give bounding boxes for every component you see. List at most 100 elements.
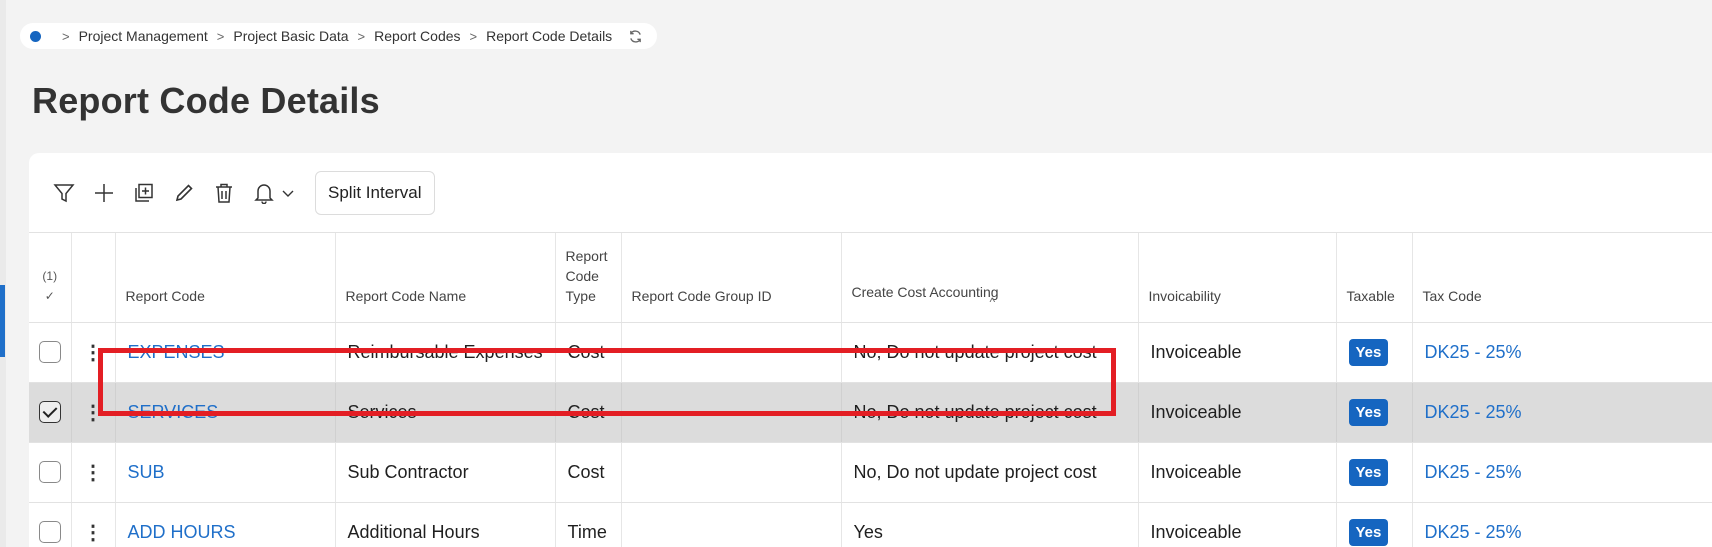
add-icon[interactable] [93,177,115,209]
chevron-down-icon[interactable] [281,177,295,209]
tax-code-cell: DK25 - 25% [1412,322,1712,383]
report-code-type-cell: Cost [555,322,622,383]
report-code-group-cell [621,502,842,547]
report-code-cell: ADD HOURS [115,502,336,547]
check-icon: ✓ [44,288,55,303]
report-code-link[interactable]: SUB [128,462,165,482]
page-title: Report Code Details [32,80,380,121]
column-header-tax-code[interactable]: Tax Code [1412,233,1712,323]
table-row[interactable]: ⋮ ADD HOURS Additional Hours Time Yes In… [29,502,1712,547]
row-select-cell[interactable] [29,382,72,443]
filter-icon[interactable] [53,177,75,209]
breadcrumb: > Project Management > Project Basic Dat… [20,23,658,49]
report-code-group-cell [621,322,842,383]
report-code-cell: SUB [115,442,336,503]
invoicability-cell: Invoiceable [1138,322,1337,383]
tax-code-link[interactable]: DK25 - 25% [1425,522,1522,542]
report-code-name-cell: Services [335,382,556,443]
table-row[interactable]: ⋮ SUB Sub Contractor Cost No, Do not upd… [29,442,1712,503]
table-row[interactable]: ⋮ EXPENSES Reimbursable Expenses Cost No… [29,322,1712,383]
row-actions-icon[interactable]: ⋮ [71,382,116,443]
tax-code-link[interactable]: DK25 - 25% [1425,402,1522,422]
report-code-group-cell [621,442,842,503]
report-code-link[interactable]: ADD HOURS [128,522,236,542]
left-edge [0,0,6,547]
taxable-badge: Yes [1348,458,1389,486]
column-header-report-code[interactable]: Report Code [115,233,336,323]
taxable-cell: Yes [1336,502,1413,547]
column-header-report-code-group-id[interactable]: Report Code Group ID [621,233,842,323]
report-code-link[interactable]: SERVICES [128,402,219,422]
column-header-create-cost-accounting[interactable]: Create Cost Accounting ^ [841,233,1139,323]
tax-code-link[interactable]: DK25 - 25% [1425,462,1522,482]
report-code-type-cell: Cost [555,442,622,503]
duplicate-icon[interactable] [133,177,155,209]
left-nav-accent [0,285,5,357]
sort-ascending-icon: ^ [989,294,996,309]
taxable-badge: Yes [1348,338,1389,366]
selected-count: (1) [42,268,58,283]
table-row[interactable]: ⋮ SERVICES Services Cost No, Do not upda… [29,382,1712,443]
report-code-link[interactable]: EXPENSES [128,342,225,362]
column-header-report-code-type[interactable]: Report Code Type [555,233,622,323]
report-code-name-cell: Additional Hours [335,502,556,547]
breadcrumb-item-project-basic-data[interactable]: Project Basic Data [233,28,348,44]
actions-header [71,233,116,323]
delete-icon[interactable] [213,177,235,209]
chevron-right-icon: > [62,28,70,44]
row-checkbox[interactable] [38,341,61,364]
row-checkbox[interactable] [38,521,61,544]
toolbar: Split Interval [29,153,1712,233]
chevron-right-icon: > [469,28,478,44]
invoicability-cell: Invoiceable [1138,382,1337,443]
report-code-cell: EXPENSES [115,322,336,383]
row-checkbox[interactable] [38,461,61,484]
chevron-right-icon: > [357,28,366,44]
taxable-cell: Yes [1336,442,1413,503]
header-label: Create Cost Accounting [851,283,999,300]
row-actions-icon[interactable]: ⋮ [71,442,116,503]
create-cost-accounting-cell: Yes [841,502,1139,547]
create-cost-accounting-cell: No, Do not update project cost [841,322,1139,383]
report-code-group-cell [621,382,842,443]
column-header-taxable[interactable]: Taxable [1336,233,1413,323]
refresh-icon[interactable] [628,29,643,44]
select-all-header[interactable]: (1) ✓ [29,233,72,323]
data-panel: Split Interval (1) ✓ Report Code Report … [29,153,1712,547]
row-select-cell[interactable] [29,502,72,547]
home-icon[interactable] [30,30,41,42]
tax-code-cell: DK25 - 25% [1412,442,1712,503]
breadcrumb-item-project-management[interactable]: Project Management [79,28,208,44]
invoicability-cell: Invoiceable [1138,442,1337,503]
report-code-type-cell: Time [555,502,622,547]
row-actions-icon[interactable]: ⋮ [71,502,116,547]
report-code-type-cell: Cost [555,382,622,443]
row-actions-icon[interactable]: ⋮ [71,322,116,383]
column-header-report-code-name[interactable]: Report Code Name [335,233,556,323]
edit-icon[interactable] [173,177,195,209]
tax-code-cell: DK25 - 25% [1412,382,1712,443]
tax-code-cell: DK25 - 25% [1412,502,1712,547]
taxable-badge: Yes [1348,398,1389,426]
row-checkbox[interactable] [38,401,61,424]
create-cost-accounting-cell: No, Do not update project cost [841,382,1139,443]
tax-code-link[interactable]: DK25 - 25% [1425,342,1522,362]
row-select-cell[interactable] [29,442,72,503]
invoicability-cell: Invoiceable [1138,502,1337,547]
report-codes-table: (1) ✓ Report Code Report Code Name Repor… [29,233,1712,547]
breadcrumb-item-report-codes[interactable]: Report Codes [374,28,460,44]
split-interval-button[interactable]: Split Interval [315,170,435,215]
column-header-invoicability[interactable]: Invoicability [1138,233,1337,323]
breadcrumb-item-report-code-details: Report Code Details [486,28,613,44]
report-code-cell: SERVICES [115,382,336,443]
row-select-cell[interactable] [29,322,72,383]
report-code-name-cell: Reimbursable Expenses [335,322,556,383]
chevron-right-icon: > [216,28,225,44]
taxable-badge: Yes [1348,518,1389,546]
bell-icon[interactable] [253,177,275,209]
header-line: Code [565,267,599,284]
taxable-cell: Yes [1336,382,1413,443]
taxable-cell: Yes [1336,322,1413,383]
header-line: Report [565,247,608,264]
header-line: Type [565,287,596,304]
